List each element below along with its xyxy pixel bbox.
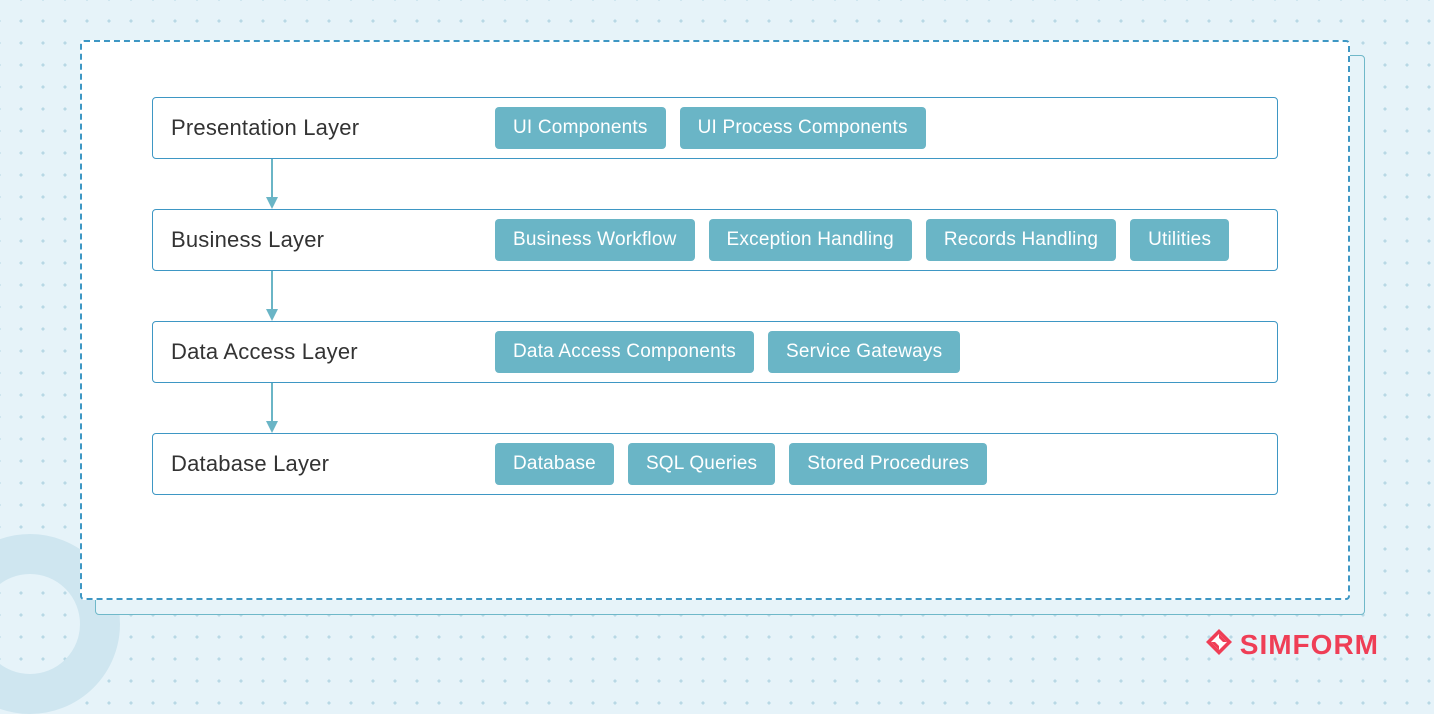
layer-title: Business Layer	[171, 227, 481, 253]
component-chip: Database	[495, 443, 614, 485]
layer-database: Database Layer Database SQL Queries Stor…	[152, 433, 1278, 495]
layer-components: Business Workflow Exception Handling Rec…	[495, 219, 1229, 261]
layer-components: UI Components UI Process Components	[495, 107, 926, 149]
component-chip: Service Gateways	[768, 331, 960, 373]
component-chip: UI Components	[495, 107, 666, 149]
brand-logo: SIMFORM	[1204, 627, 1379, 662]
arrow-down-icon	[152, 271, 1278, 321]
component-chip: Records Handling	[926, 219, 1116, 261]
layer-components: Data Access Components Service Gateways	[495, 331, 960, 373]
layer-title: Data Access Layer	[171, 339, 481, 365]
layer-title: Database Layer	[171, 451, 481, 477]
component-chip: Stored Procedures	[789, 443, 987, 485]
component-chip: Exception Handling	[709, 219, 912, 261]
component-chip: Utilities	[1130, 219, 1229, 261]
arrow-down-icon	[152, 159, 1278, 209]
layer-business: Business Layer Business Workflow Excepti…	[152, 209, 1278, 271]
logo-icon	[1204, 627, 1234, 662]
brand-name: SIMFORM	[1240, 629, 1379, 661]
arrow-down-icon	[152, 383, 1278, 433]
component-chip: Business Workflow	[495, 219, 695, 261]
component-chip: SQL Queries	[628, 443, 775, 485]
component-chip: UI Process Components	[680, 107, 926, 149]
layer-data-access: Data Access Layer Data Access Components…	[152, 321, 1278, 383]
component-chip: Data Access Components	[495, 331, 754, 373]
layer-title: Presentation Layer	[171, 115, 481, 141]
layer-components: Database SQL Queries Stored Procedures	[495, 443, 987, 485]
layer-presentation: Presentation Layer UI Components UI Proc…	[152, 97, 1278, 159]
architecture-diagram-card: Presentation Layer UI Components UI Proc…	[80, 40, 1350, 600]
